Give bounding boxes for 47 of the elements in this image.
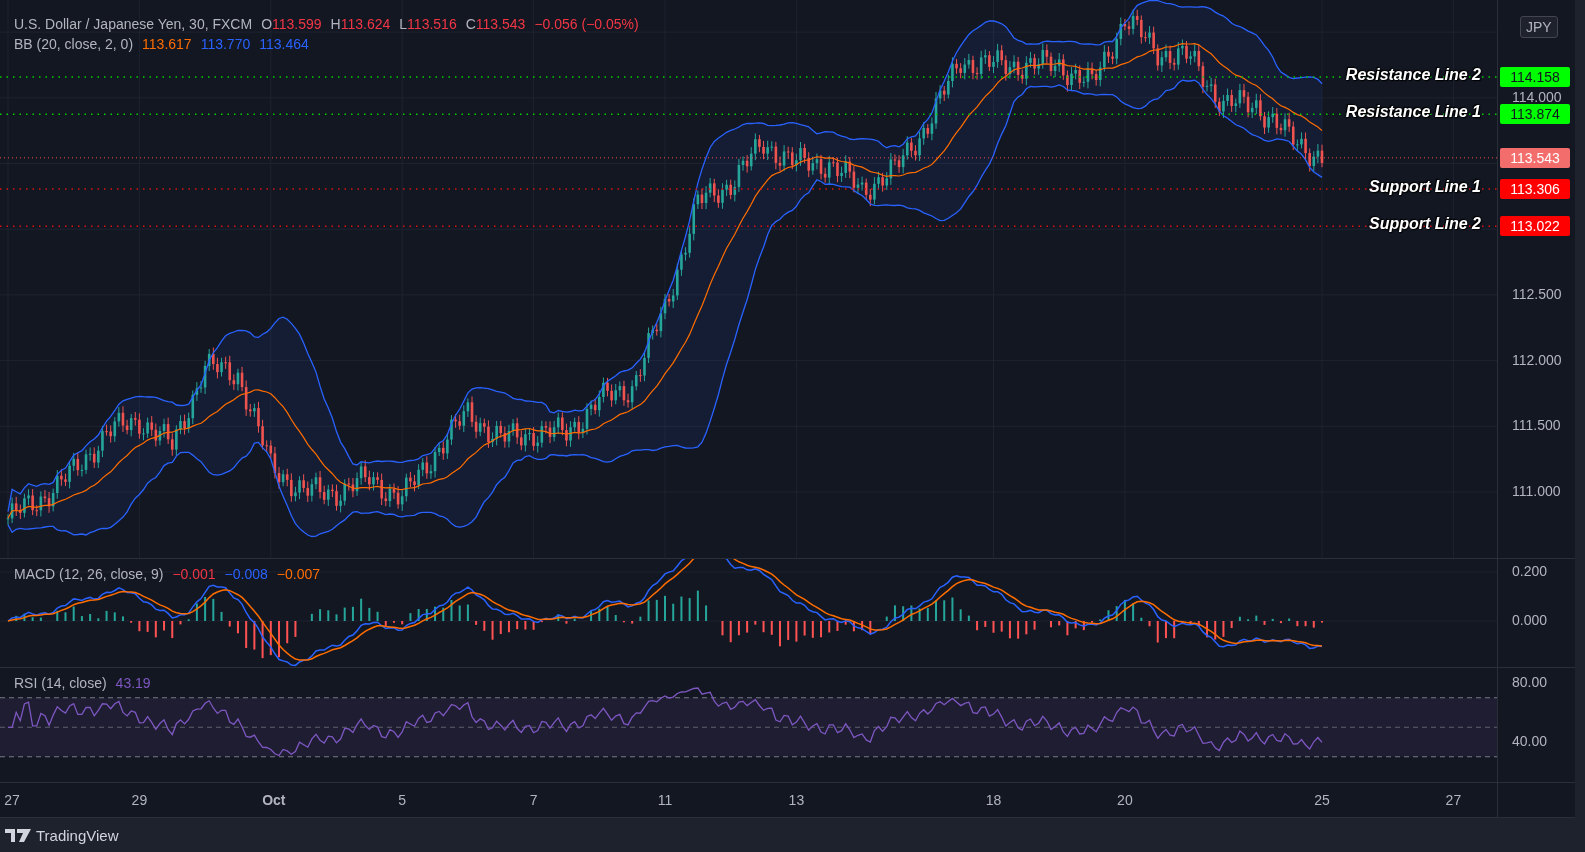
ohlc-value: C113.543: [465, 16, 526, 32]
price-tick: 112.000: [1512, 351, 1562, 368]
price-tick: 111.000: [1512, 483, 1561, 499]
indicator-value: −0.007: [276, 566, 321, 582]
price-tag: 113.022: [1500, 216, 1570, 237]
symbol-title: U.S. Dollar / Japanese Yen, 30, FXCM: [14, 16, 253, 32]
rsi-tick: 40.00: [1512, 733, 1548, 749]
indicator-value: 113.617: [142, 36, 192, 52]
macd-tick: 0.000: [1512, 612, 1548, 628]
date-tick: 11: [656, 792, 674, 808]
level-label: Resistance Line 1: [1345, 103, 1481, 122]
ohlc-value: O113.599: [261, 16, 322, 32]
date-tick: 27: [3, 792, 21, 808]
indicator-label: RSI (14, close): [14, 675, 107, 691]
price-tick: 114.000: [1512, 88, 1562, 105]
ohlc-value: H113.624: [330, 16, 391, 32]
level-label: Resistance Line 2: [1345, 66, 1481, 85]
indicator-value: 113.770: [200, 36, 251, 52]
date-tick: 13: [787, 792, 806, 808]
date-tick: 18: [984, 792, 1003, 808]
indicator-value: 113.464: [259, 36, 309, 52]
level-label: Support Line 1: [1369, 178, 1481, 196]
indicator-value: −0.008: [224, 566, 268, 582]
date-tick: Oct: [261, 792, 287, 808]
brand-name: TradingView: [36, 826, 119, 844]
date-tick: 5: [397, 792, 408, 808]
price-tick: 112.500: [1512, 285, 1562, 302]
price-tick: 111.500: [1512, 417, 1561, 434]
last-price-tag: 113.543: [1500, 147, 1570, 168]
indicator-label: MACD (12, 26, close, 9): [14, 566, 164, 582]
macd-tick: 0.200: [1512, 563, 1548, 579]
price-tag: 113.306: [1500, 179, 1570, 199]
price-tag: 113.874: [1500, 104, 1570, 125]
indicator-label: BB (20, close, 2, 0): [14, 36, 134, 52]
date-tick: 25: [1313, 792, 1331, 808]
indicator-value: 43.19: [115, 675, 151, 691]
rsi-tick: 80.00: [1512, 674, 1548, 690]
date-tick: 7: [528, 792, 539, 808]
date-tick: 29: [130, 792, 149, 808]
date-tick: 20: [1116, 792, 1134, 808]
change-value: −0.056 (−0.05%): [534, 16, 639, 32]
indicator-value: −0.001: [172, 566, 216, 582]
ohlc-value: L113.516: [399, 16, 457, 32]
currency-badge[interactable]: JPY: [1520, 16, 1558, 38]
date-tick: 27: [1444, 792, 1463, 808]
level-label: Support Line 2: [1369, 215, 1481, 234]
price-tag: 114.158: [1500, 67, 1570, 88]
